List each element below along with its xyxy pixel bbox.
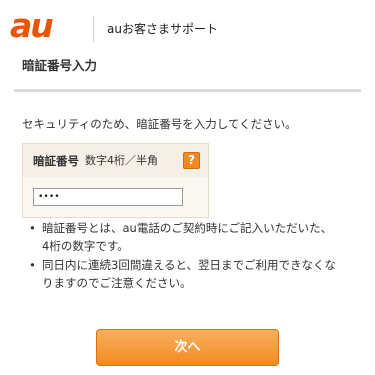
pin-hint: 数字4桁／半角 [85, 154, 158, 167]
notes-list: 暗証番号とは、au電話のご契約時にご記入いただいた、 4桁の数字です。 同日内に… [28, 219, 358, 293]
help-icon[interactable]: ? [183, 152, 200, 169]
pin-label-row: 暗証番号 数字4桁／半角 ? [23, 144, 208, 177]
pin-label: 暗証番号 [33, 154, 79, 168]
note-line: 4桁の数字です。 [42, 239, 129, 253]
au-logo[interactable]: au [10, 9, 54, 43]
note-line: 同日内に連続3回間違えると、翌日までご利用できなくな [42, 258, 337, 272]
section-header: 暗証番号入力 [14, 50, 361, 92]
intro-text: セキュリティのため、暗証番号を入力してください。 [22, 117, 297, 131]
support-title[interactable]: auお客さまサポート [107, 20, 218, 38]
header: au auお客さまサポート [0, 0, 375, 50]
note-line: 暗証番号とは、au電話のご契約時にご記入いただいた、 [42, 221, 333, 235]
header-divider [93, 16, 94, 42]
note-line: りますのでご注意ください。 [42, 276, 192, 290]
pin-input[interactable] [33, 188, 183, 206]
note-item: 暗証番号とは、au電話のご契約時にご記入いただいた、 4桁の数字です。 [28, 219, 358, 255]
next-button[interactable]: 次へ [96, 329, 279, 366]
note-item: 同日内に連続3回間違えると、翌日までご利用できなくな りますのでご注意ください。 [28, 256, 358, 292]
page-title: 暗証番号入力 [22, 58, 98, 73]
pin-form: 暗証番号 数字4桁／半角 ? [22, 143, 209, 218]
